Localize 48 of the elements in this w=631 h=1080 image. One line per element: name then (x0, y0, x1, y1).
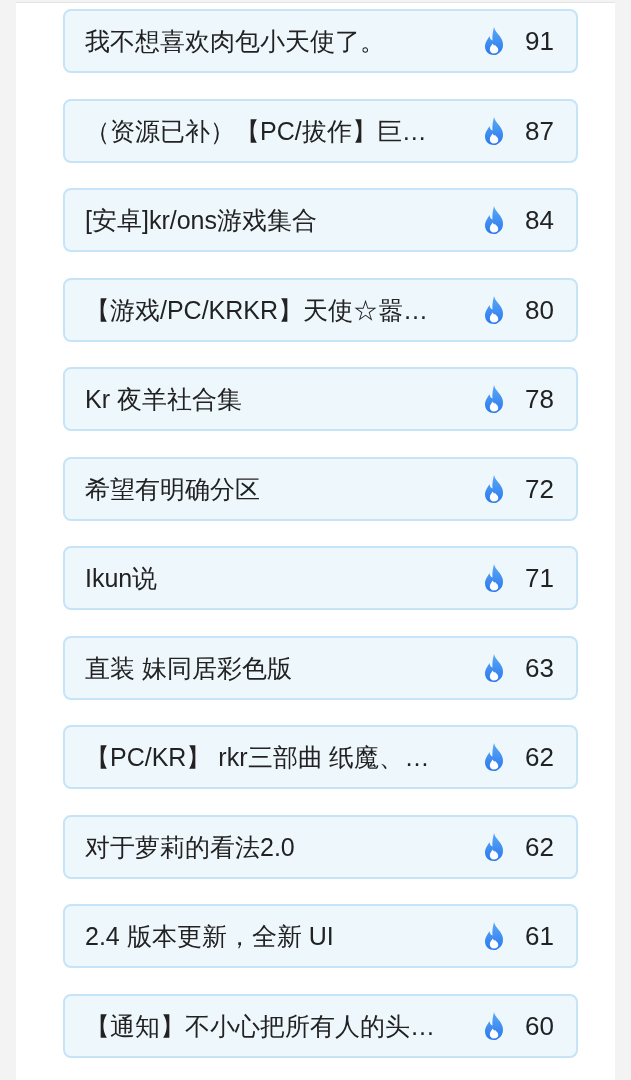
heat-count: 80 (525, 293, 555, 326)
post-title: 直装 妹同居彩色版 (85, 652, 293, 684)
post-title: （资源已补）【PC/拔作】巨… (85, 115, 428, 147)
flame-icon (483, 474, 505, 503)
heat-count: 60 (525, 1009, 555, 1042)
heat-count: 63 (525, 651, 555, 684)
post-title: 【PC/KR】 rkr三部曲 纸魔、… (85, 742, 431, 773)
heat-count: 71 (525, 562, 555, 594)
flame-icon (483, 206, 505, 234)
heat-count: 72 (525, 472, 555, 505)
heat-count: 61 (525, 920, 555, 952)
flame-icon (483, 564, 505, 592)
flame-icon (483, 385, 505, 413)
heat-count: 62 (525, 830, 555, 863)
post-card[interactable]: 2.4 版本更新，全新 UI 61 (63, 904, 578, 968)
post-card[interactable]: Ikun说 71 (63, 546, 578, 610)
post-card[interactable]: （资源已补）【PC/拔作】巨… 87 (63, 98, 578, 163)
post-card[interactable]: 对于萝莉的看法2.0 62 (63, 814, 578, 879)
flame-icon (483, 922, 505, 950)
post-title: 对于萝莉的看法2.0 (85, 831, 296, 863)
flame-icon (483, 743, 505, 771)
post-title: 希望有明确分区 (85, 473, 261, 505)
flame-icon (483, 832, 505, 861)
heat-count: 91 (525, 25, 555, 57)
post-card[interactable]: [安卓]kr/ons游戏集合 84 (63, 188, 578, 252)
post-title: 我不想喜欢肉包小天使了。 (85, 26, 386, 57)
post-title: 【游戏/PC/KRKR】天使☆嚣… (85, 294, 430, 326)
heat-count: 87 (525, 114, 555, 147)
heat-count: 78 (525, 383, 555, 415)
post-title: [安卓]kr/ons游戏集合 (85, 205, 318, 236)
post-title: 2.4 版本更新，全新 UI (85, 921, 335, 952)
post-card[interactable]: Kr 夜羊社合集 78 (63, 367, 578, 431)
heat-count: 62 (525, 741, 555, 773)
post-card[interactable]: 希望有明确分区 72 (63, 456, 578, 521)
post-title: 【通知】不小心把所有人的头… (85, 1010, 436, 1042)
post-title: Ikun说 (85, 563, 159, 594)
post-card[interactable]: 我不想喜欢肉包小天使了。 91 (63, 9, 578, 73)
post-card[interactable]: 【游戏/PC/KRKR】天使☆嚣… 80 (63, 277, 578, 342)
flame-icon (483, 295, 505, 324)
flame-icon (483, 653, 505, 682)
heat-count: 84 (525, 204, 555, 236)
post-card[interactable]: 直装 妹同居彩色版 63 (63, 635, 578, 700)
flame-icon (483, 1011, 505, 1040)
flame-icon (483, 27, 505, 55)
post-card[interactable]: 【PC/KR】 rkr三部曲 纸魔、… 62 (63, 725, 578, 789)
flame-icon (483, 116, 505, 145)
post-title: Kr 夜羊社合集 (85, 384, 243, 415)
post-card[interactable]: 【通知】不小心把所有人的头… 60 (63, 993, 578, 1058)
